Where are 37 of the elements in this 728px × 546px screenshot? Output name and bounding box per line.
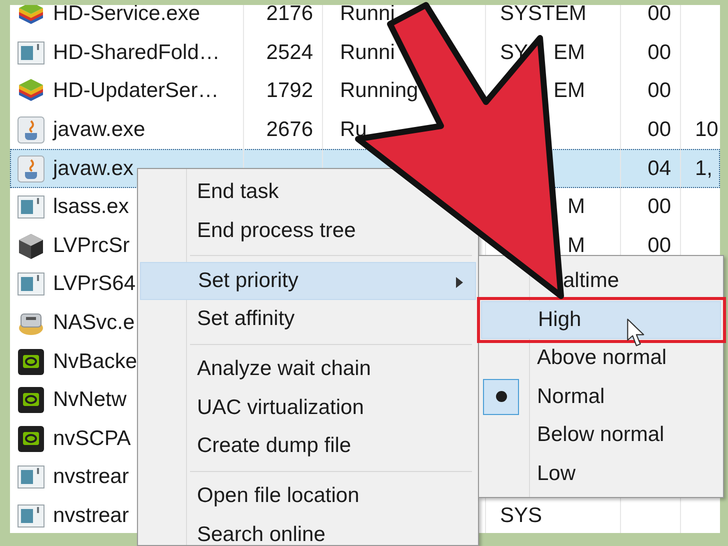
process-name: javaw.exe (53, 118, 146, 142)
process-status: Running (339, 79, 418, 104)
user-name: M (568, 195, 585, 220)
process-name: lsass.ex (53, 195, 129, 220)
cpu-usage: 00 (648, 234, 672, 258)
process-name: HD-UpdaterSer… (53, 79, 219, 104)
cpu-usage: 00 (648, 195, 672, 220)
process-status: Runni (339, 5, 395, 26)
cpu-usage: 00 (648, 79, 672, 104)
process-name: nvstrear (53, 465, 129, 490)
user-name: SYS (500, 504, 542, 528)
process-name: NvBacke (53, 350, 138, 374)
process-name: LVPrS64 (53, 272, 136, 296)
process-name: HD-Service.exe (53, 5, 200, 26)
process-name: NASvc.e (53, 311, 135, 336)
user-name: SYSTEM (500, 5, 586, 26)
process-name: nvSCPA (53, 426, 131, 451)
cpu-usage: 00 (648, 40, 672, 65)
user-name: EM (554, 79, 585, 104)
process-name: HD-SharedFold… (53, 40, 220, 65)
process-id: 2524 (266, 40, 314, 65)
cpu-usage: 04 (648, 156, 672, 181)
cpu-usage: 00 (648, 5, 672, 26)
process-id: 2176 (266, 5, 314, 26)
process-name: NvNetw (53, 388, 127, 412)
process-name: LVPrcSr (53, 234, 130, 258)
process-name: nvstrear (53, 504, 129, 528)
user-name: M (568, 234, 585, 258)
process-status: Ru (339, 118, 367, 142)
process-id: 2676 (266, 118, 314, 142)
memory-usage: 1, (694, 156, 713, 181)
process-status: Runni (339, 40, 395, 65)
process-id: 1792 (266, 79, 314, 104)
cpu-usage: 00 (648, 118, 672, 142)
process-name: javaw.ex (53, 156, 134, 181)
memory-usage: 10 (694, 118, 718, 142)
user-name: EM (554, 40, 585, 65)
